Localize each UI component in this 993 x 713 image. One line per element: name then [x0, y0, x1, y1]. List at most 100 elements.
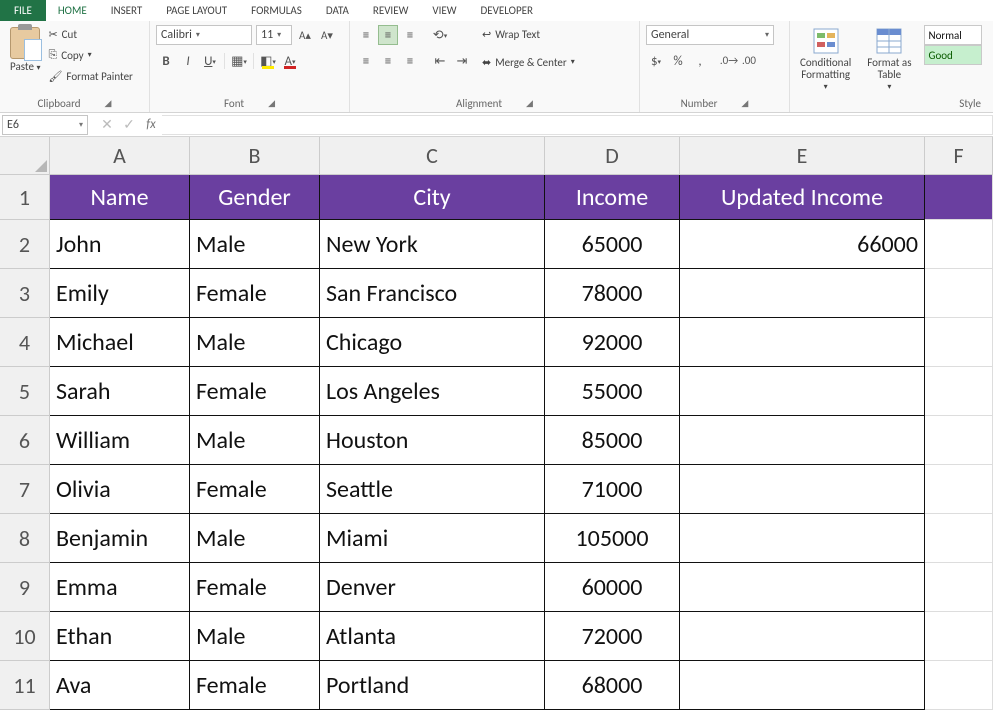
- formula-input[interactable]: [162, 115, 993, 135]
- cell[interactable]: Male: [190, 514, 320, 563]
- cell[interactable]: Miami: [320, 514, 545, 563]
- cell[interactable]: Female: [190, 269, 320, 318]
- row-header[interactable]: 11: [0, 661, 50, 710]
- cell[interactable]: 68000: [545, 661, 680, 710]
- cell[interactable]: 78000: [545, 269, 680, 318]
- decrease-decimal-button[interactable]: .00: [740, 51, 758, 69]
- increase-indent-button[interactable]: ⇥: [452, 51, 472, 71]
- align-middle-button[interactable]: ≡: [378, 25, 398, 45]
- align-top-button[interactable]: ≡: [356, 25, 376, 45]
- cell[interactable]: [925, 220, 993, 269]
- cell[interactable]: Atlanta: [320, 612, 545, 661]
- cell[interactable]: 85000: [545, 416, 680, 465]
- italic-button[interactable]: I: [178, 51, 198, 71]
- cell[interactable]: 72000: [545, 612, 680, 661]
- cell[interactable]: Michael: [50, 318, 190, 367]
- paste-button[interactable]: Paste ▾: [6, 25, 44, 75]
- font-size-combo[interactable]: 11▾: [256, 25, 292, 45]
- cell[interactable]: Female: [190, 563, 320, 612]
- table-header-cell[interactable]: Updated Income: [680, 175, 925, 220]
- cell[interactable]: [925, 318, 993, 367]
- style-normal[interactable]: Normal: [924, 25, 982, 45]
- row-header[interactable]: 4: [0, 318, 50, 367]
- tab-data[interactable]: DATA: [314, 0, 361, 21]
- col-header-B[interactable]: B: [190, 137, 320, 175]
- font-name-combo[interactable]: Calibri▾: [156, 25, 252, 45]
- borders-button[interactable]: ▦▾: [229, 51, 249, 71]
- row-header[interactable]: 5: [0, 367, 50, 416]
- row-header[interactable]: 9: [0, 563, 50, 612]
- copy-button[interactable]: ⎘Copy ▾: [48, 46, 132, 64]
- table-header-cell[interactable]: Gender: [190, 175, 320, 220]
- tab-view[interactable]: VIEW: [420, 0, 468, 21]
- insert-function-button[interactable]: fx: [140, 117, 162, 132]
- cell[interactable]: Los Angeles: [320, 367, 545, 416]
- cell[interactable]: Female: [190, 367, 320, 416]
- tab-page-layout[interactable]: PAGE LAYOUT: [154, 0, 239, 21]
- decrease-font-icon[interactable]: A▾: [318, 26, 336, 44]
- alignment-dialog-launcher[interactable]: ◢: [526, 98, 533, 109]
- cell[interactable]: San Francisco: [320, 269, 545, 318]
- cell[interactable]: [925, 416, 993, 465]
- row-header[interactable]: 7: [0, 465, 50, 514]
- cell[interactable]: Female: [190, 661, 320, 710]
- cell[interactable]: [925, 367, 993, 416]
- cell[interactable]: Ethan: [50, 612, 190, 661]
- tab-formulas[interactable]: FORMULAS: [239, 0, 314, 21]
- font-dialog-launcher[interactable]: ◢: [268, 98, 275, 109]
- cell[interactable]: [680, 318, 925, 367]
- percent-format-button[interactable]: %: [668, 51, 688, 71]
- table-header-cell[interactable]: City: [320, 175, 545, 220]
- cell[interactable]: 92000: [545, 318, 680, 367]
- cell[interactable]: [680, 563, 925, 612]
- increase-font-icon[interactable]: A▴: [296, 26, 314, 44]
- cell[interactable]: Male: [190, 416, 320, 465]
- tab-developer[interactable]: DEVELOPER: [469, 0, 545, 21]
- style-good[interactable]: Good: [924, 45, 982, 65]
- cell[interactable]: 105000: [545, 514, 680, 563]
- col-header-D[interactable]: D: [545, 137, 680, 175]
- fill-color-button[interactable]: ◧▾: [258, 51, 278, 71]
- cell[interactable]: Chicago: [320, 318, 545, 367]
- cell[interactable]: Benjamin: [50, 514, 190, 563]
- font-color-button[interactable]: A▾: [280, 51, 300, 71]
- cell[interactable]: Sarah: [50, 367, 190, 416]
- cell[interactable]: [680, 416, 925, 465]
- tab-review[interactable]: REVIEW: [361, 0, 421, 21]
- bold-button[interactable]: B: [156, 51, 176, 71]
- cell[interactable]: Male: [190, 318, 320, 367]
- cell[interactable]: 66000: [680, 220, 925, 269]
- orientation-button[interactable]: ⟲▾: [430, 25, 450, 45]
- cell[interactable]: 55000: [545, 367, 680, 416]
- cell[interactable]: Male: [190, 220, 320, 269]
- col-header-C[interactable]: C: [320, 137, 545, 175]
- cell[interactable]: [925, 514, 993, 563]
- cell[interactable]: [680, 269, 925, 318]
- cell[interactable]: Denver: [320, 563, 545, 612]
- cell[interactable]: John: [50, 220, 190, 269]
- format-as-table-button[interactable]: Format as Table▾: [863, 25, 915, 94]
- row-header[interactable]: 1: [0, 175, 50, 220]
- formula-cancel-button[interactable]: ✕: [96, 116, 118, 133]
- cell[interactable]: Seattle: [320, 465, 545, 514]
- align-bottom-button[interactable]: ≡: [400, 25, 420, 45]
- wrap-text-button[interactable]: ↩Wrap Text: [482, 25, 575, 43]
- col-header-E[interactable]: E: [680, 137, 925, 175]
- row-header[interactable]: 6: [0, 416, 50, 465]
- col-header-F[interactable]: F: [925, 137, 993, 175]
- merge-center-button[interactable]: ⬌Merge & Center ▾: [482, 53, 575, 71]
- align-left-button[interactable]: ≡: [356, 51, 376, 71]
- table-header-cell[interactable]: Name: [50, 175, 190, 220]
- cell[interactable]: 60000: [545, 563, 680, 612]
- cell[interactable]: New York: [320, 220, 545, 269]
- cell[interactable]: [680, 612, 925, 661]
- row-header[interactable]: 10: [0, 612, 50, 661]
- spreadsheet-grid[interactable]: A B C D E F 1NameGenderCityIncomeUpdated…: [0, 137, 993, 710]
- align-center-button[interactable]: ≡: [378, 51, 398, 71]
- cell[interactable]: Portland: [320, 661, 545, 710]
- cell[interactable]: [925, 269, 993, 318]
- increase-decimal-button[interactable]: .0→: [720, 51, 738, 69]
- cell[interactable]: Female: [190, 465, 320, 514]
- tab-insert[interactable]: INSERT: [99, 0, 155, 21]
- cell[interactable]: Emily: [50, 269, 190, 318]
